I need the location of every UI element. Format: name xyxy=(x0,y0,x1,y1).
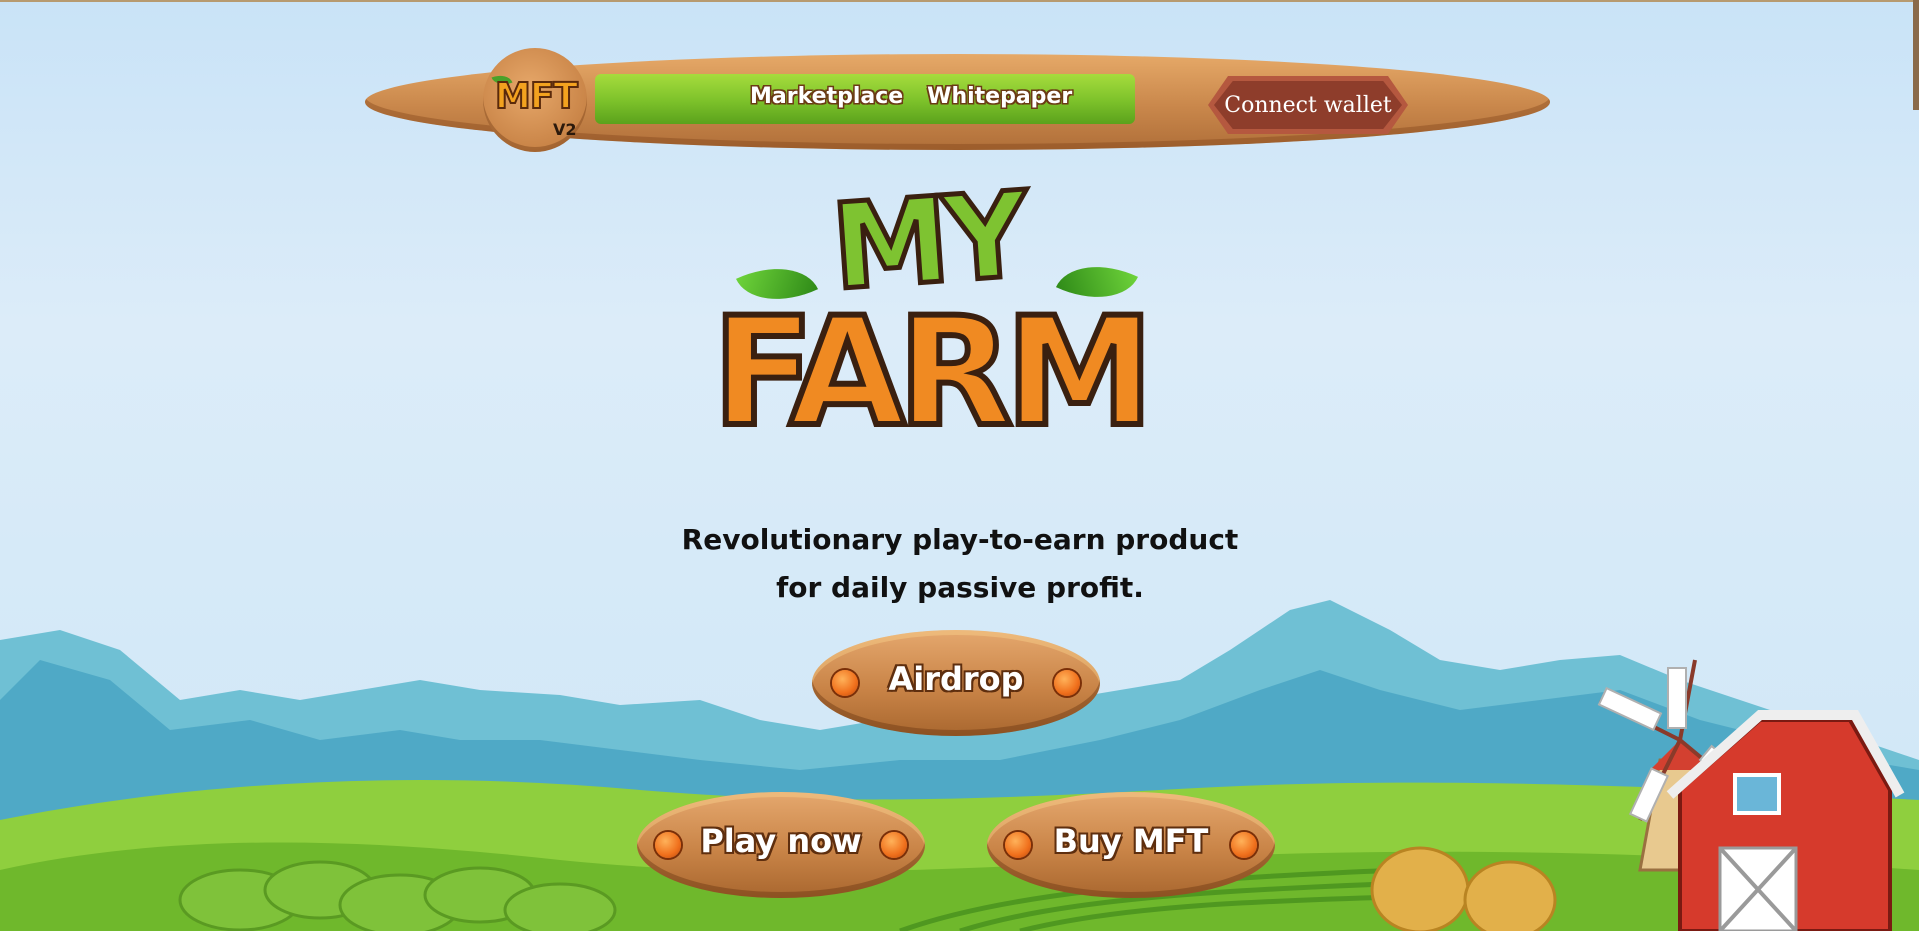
nav-link-whitepaper[interactable]: Whitepaper xyxy=(927,84,1072,109)
nav-links: Marketplace Whitepaper xyxy=(750,84,1072,109)
play-now-button[interactable]: Play now xyxy=(637,792,925,898)
nav-link-marketplace[interactable]: Marketplace xyxy=(750,84,903,109)
tagline: Revolutionary play-to-earn product for d… xyxy=(640,516,1280,612)
mft-logo[interactable]: MFT V2 xyxy=(483,48,587,152)
logo-title-farm: FARM xyxy=(709,286,1157,460)
gem-icon xyxy=(881,832,907,858)
my-farm-logo: MY FARM xyxy=(709,163,1202,482)
connect-wallet-button[interactable]: Connect wallet xyxy=(1208,76,1408,134)
logo-text: MFT xyxy=(494,75,579,118)
connect-wallet-label: Connect wallet xyxy=(1214,81,1402,129)
logo-version: V2 xyxy=(553,120,577,139)
buy-mft-button[interactable]: Buy MFT xyxy=(987,792,1275,898)
tagline-line-2: for daily passive profit. xyxy=(776,571,1144,604)
tagline-line-1: Revolutionary play-to-earn product xyxy=(681,523,1239,556)
top-navbar: MFT V2 Marketplace Whitepaper Connect wa… xyxy=(365,48,1550,154)
gem-icon xyxy=(1054,670,1080,696)
gem-icon xyxy=(1231,832,1257,858)
airdrop-button[interactable]: Airdrop xyxy=(812,630,1100,736)
